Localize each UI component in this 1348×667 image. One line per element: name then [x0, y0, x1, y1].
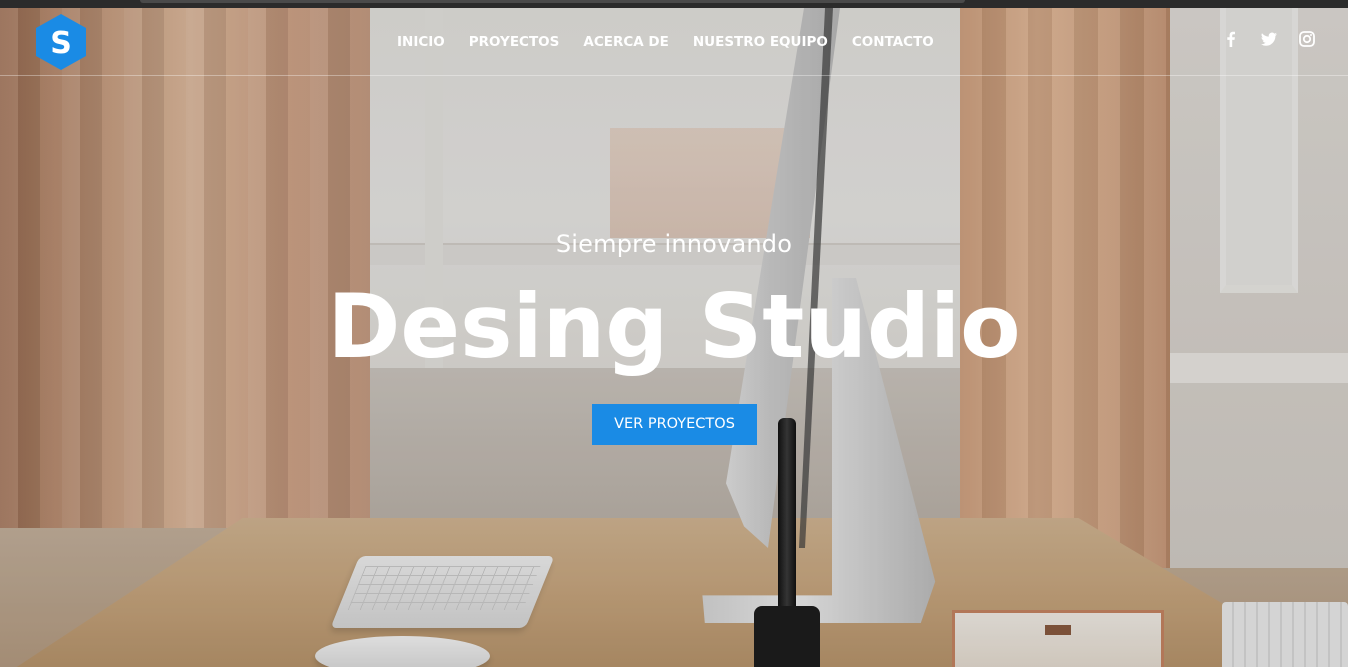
main-nav: INICIO PROYECTOS ACERCA DE NUESTRO EQUIP…: [385, 32, 946, 52]
nav-item-inicio[interactable]: INICIO: [385, 32, 457, 52]
facebook-icon[interactable]: [1222, 30, 1240, 48]
nav-item-contacto[interactable]: CONTACTO: [840, 32, 946, 52]
ver-proyectos-button[interactable]: VER PROYECTOS: [592, 404, 757, 445]
logo-letter: S: [50, 26, 72, 61]
hero-subtitle: Siempre innovando: [555, 230, 793, 258]
nav-item-nuestro-equipo[interactable]: NUESTRO EQUIPO: [681, 32, 840, 52]
logo[interactable]: S: [35, 13, 87, 71]
site-header: S INICIO PROYECTOS ACERCA DE NUESTRO EQU…: [0, 8, 1348, 76]
browser-tab-bar: [140, 0, 965, 3]
instagram-icon[interactable]: [1298, 30, 1316, 48]
hero-title: Desing Studio: [327, 275, 1021, 378]
hexagon-logo-icon: S: [36, 14, 86, 70]
nav-item-acerca-de[interactable]: ACERCA DE: [571, 32, 680, 52]
twitter-icon[interactable]: [1260, 30, 1278, 48]
nav-item-proyectos[interactable]: PROYECTOS: [457, 32, 572, 52]
social-links: [1222, 30, 1316, 48]
browser-top-strip: [0, 0, 1348, 8]
